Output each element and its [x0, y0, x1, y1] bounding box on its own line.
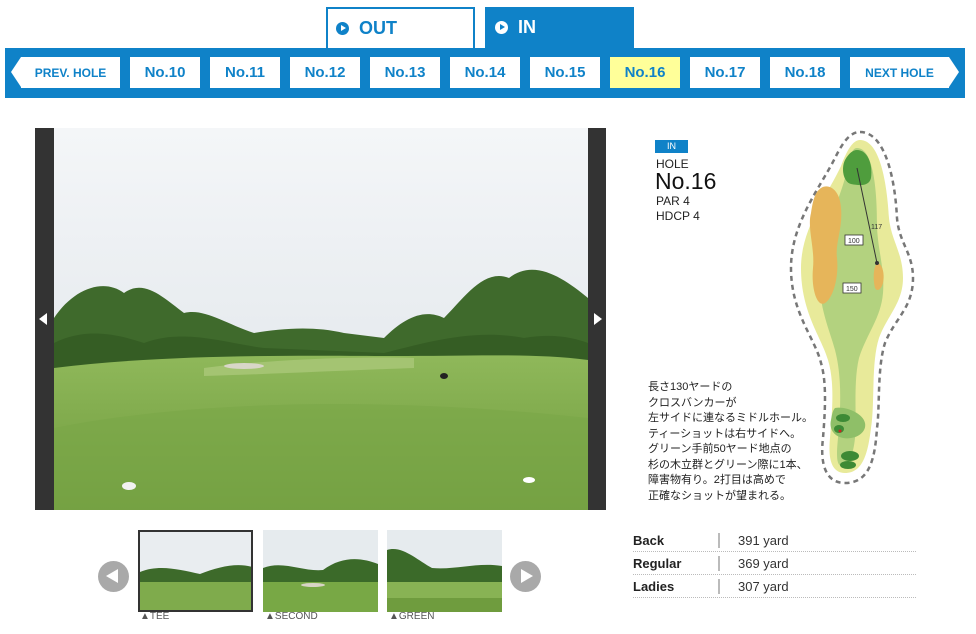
hole-layout-map: 117 100 150 — [789, 130, 915, 485]
thumbnail-green[interactable] — [387, 530, 502, 612]
play-circle-icon — [495, 21, 508, 34]
thumbnails-prev-button[interactable] — [98, 561, 129, 592]
main-course-photo — [54, 128, 588, 510]
tee-name: Regular — [633, 556, 682, 571]
map-marker-100: 100 — [848, 238, 860, 245]
hole-button-16-active[interactable]: No.16 — [610, 57, 680, 88]
map-distance-label: 117 — [871, 224, 882, 231]
hole-hdcp: HDCP 4 — [656, 209, 700, 223]
map-marker-150: 150 — [846, 286, 858, 293]
hole-button-14[interactable]: No.14 — [450, 57, 520, 88]
tee-name: Ladies — [633, 579, 675, 594]
next-photo-arrow-icon[interactable] — [594, 313, 602, 325]
thumbnail-second[interactable] — [263, 530, 378, 612]
course-badge: IN — [655, 140, 688, 153]
yardage-row-back: Back 391 yard — [633, 529, 916, 552]
photo-viewer — [35, 128, 606, 510]
hole-button-13[interactable]: No.13 — [370, 57, 440, 88]
thumbnail-second-label: ▲SECOND — [265, 611, 318, 622]
tee-name: Back — [633, 533, 665, 548]
tab-out-label: OUT — [359, 18, 397, 38]
tab-out[interactable]: OUT — [326, 7, 475, 48]
thumbnail-tee-label: ▲TEE — [140, 611, 170, 622]
tee-yardage: 391 yard — [738, 533, 789, 548]
prev-photo-arrow-icon[interactable] — [39, 313, 47, 325]
thumbnail-tee[interactable] — [138, 530, 253, 612]
tee-yardage: 307 yard — [738, 579, 789, 594]
tab-in[interactable]: IN — [485, 7, 634, 48]
next-hole-button[interactable]: NEXT HOLE — [850, 57, 959, 88]
tab-in-label: IN — [518, 17, 536, 37]
hole-button-15[interactable]: No.15 — [530, 57, 600, 88]
hole-nav-bar: PREV. HOLE No.10 No.11 No.12 No.13 No.14… — [5, 48, 965, 98]
hole-button-11[interactable]: No.11 — [210, 57, 280, 88]
hole-par: PAR 4 — [656, 194, 690, 208]
hole-button-18[interactable]: No.18 — [770, 57, 840, 88]
thumbnails-next-button[interactable] — [510, 561, 541, 592]
description-line: 正確なショットが望まれる。 — [648, 489, 791, 502]
hole-number: No.16 — [655, 168, 717, 194]
hole-button-10[interactable]: No.10 — [130, 57, 200, 88]
prev-hole-button[interactable]: PREV. HOLE — [11, 57, 120, 88]
tee-yardage: 369 yard — [738, 556, 789, 571]
divider — [718, 533, 720, 548]
hole-button-17[interactable]: No.17 — [690, 57, 760, 88]
divider — [718, 556, 720, 571]
divider — [718, 579, 720, 594]
hole-button-12[interactable]: No.12 — [290, 57, 360, 88]
yardage-row-ladies: Ladies 307 yard — [633, 575, 916, 598]
yardage-row-regular: Regular 369 yard — [633, 552, 916, 575]
thumbnail-green-label: ▲GREEN — [389, 611, 435, 622]
play-circle-icon — [336, 22, 349, 35]
